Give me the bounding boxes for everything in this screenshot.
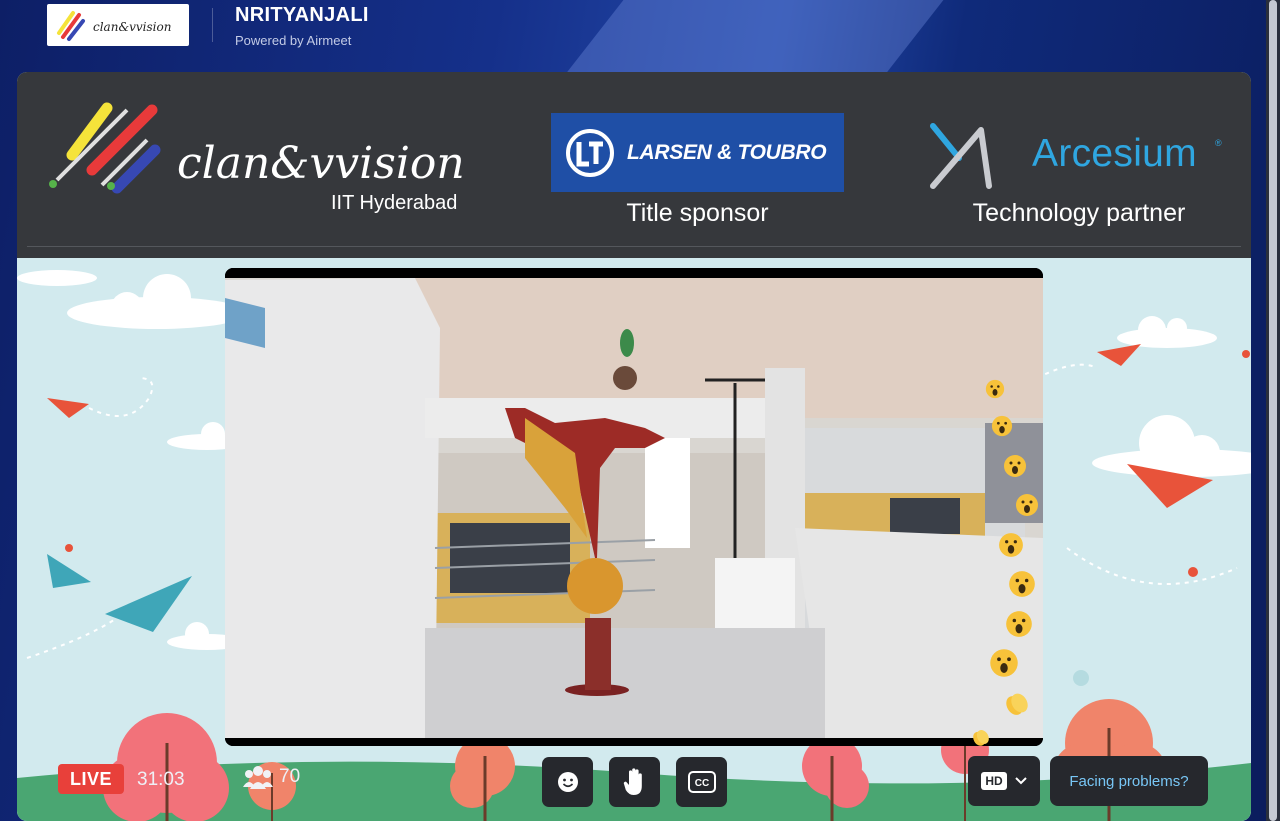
chevron-down-icon xyxy=(1014,777,1027,785)
viewer-count-value: 70 xyxy=(279,766,301,787)
people-icon xyxy=(243,766,273,789)
logo-text: clan&vvision xyxy=(93,20,171,34)
registered-mark: ® xyxy=(1215,138,1222,148)
surprised-emoji-icon xyxy=(991,415,1013,437)
captions-button[interactable]: CC xyxy=(676,757,727,807)
event-logo[interactable]: clan&vvision xyxy=(47,4,189,46)
page-scrollbar[interactable] xyxy=(1266,0,1280,821)
surprised-emoji-icon xyxy=(1009,571,1035,597)
header-divider xyxy=(212,8,213,42)
quality-label: HD xyxy=(981,772,1007,790)
emoji-reaction-button[interactable] xyxy=(542,757,593,807)
stage-backdrop xyxy=(17,258,1251,821)
top-bar: clan&vvision NRITYANJALI Powered by Airm… xyxy=(0,0,1266,72)
raise-hand-button[interactable] xyxy=(609,757,660,807)
host-subtitle: IIT Hyderabad xyxy=(331,192,458,214)
partner-logo-mark xyxy=(929,122,999,197)
banner-divider xyxy=(27,246,1241,247)
logo-stripes-icon: clan&vvision xyxy=(57,11,171,41)
surprised-emoji-icon xyxy=(985,379,1005,399)
captions-label: CC xyxy=(694,778,708,789)
sponsor-caption: Title sponsor xyxy=(626,199,769,227)
paper-plane-icon xyxy=(47,398,89,418)
arcesium-mark-icon xyxy=(930,123,992,189)
elapsed-timer: 31:03 xyxy=(137,769,185,790)
sponsor-name: LARSEN & TOUBRO xyxy=(627,140,827,164)
event-title: NRITYANJALI xyxy=(235,4,369,26)
lt-emblem-icon xyxy=(566,128,614,177)
surprised-emoji-icon xyxy=(999,533,1023,557)
partner-caption: Technology partner xyxy=(972,199,1186,227)
host-logo-text: clan&vvision xyxy=(177,138,465,189)
performance-video-frame xyxy=(225,268,1043,746)
video-player[interactable] xyxy=(225,268,1043,746)
scrollbar-thumb[interactable] xyxy=(1269,0,1277,821)
facing-problems-button[interactable]: Facing problems? xyxy=(1050,756,1208,806)
hand-icon xyxy=(623,768,642,795)
surprised-emoji-icon xyxy=(1016,494,1038,516)
clapping-hands-emoji-icon xyxy=(973,730,989,746)
powered-by-text[interactable]: Powered by Airmeet xyxy=(235,33,351,48)
live-badge: LIVE xyxy=(58,764,124,794)
quality-selector[interactable]: HD xyxy=(968,756,1040,806)
smiley-icon xyxy=(557,772,578,792)
stage-area: clan&vvision IIT Hyderabad LARSEN & TOUB… xyxy=(17,72,1251,821)
surprised-emoji-icon xyxy=(1004,455,1026,477)
sponsor-banner: clan&vvision IIT Hyderabad LARSEN & TOUB… xyxy=(17,72,1251,258)
sponsor-logo: LARSEN & TOUBRO xyxy=(551,113,844,192)
host-logo: clan&vvision xyxy=(47,100,497,205)
surprised-emoji-icon xyxy=(990,649,1018,677)
clapping-hands-emoji-icon xyxy=(1006,693,1028,715)
closed-captions-icon: CC xyxy=(687,771,716,793)
partner-name: Arcesium xyxy=(1032,132,1197,175)
viewer-count[interactable]: 70 xyxy=(243,765,300,789)
surprised-emoji-icon xyxy=(1006,611,1032,637)
